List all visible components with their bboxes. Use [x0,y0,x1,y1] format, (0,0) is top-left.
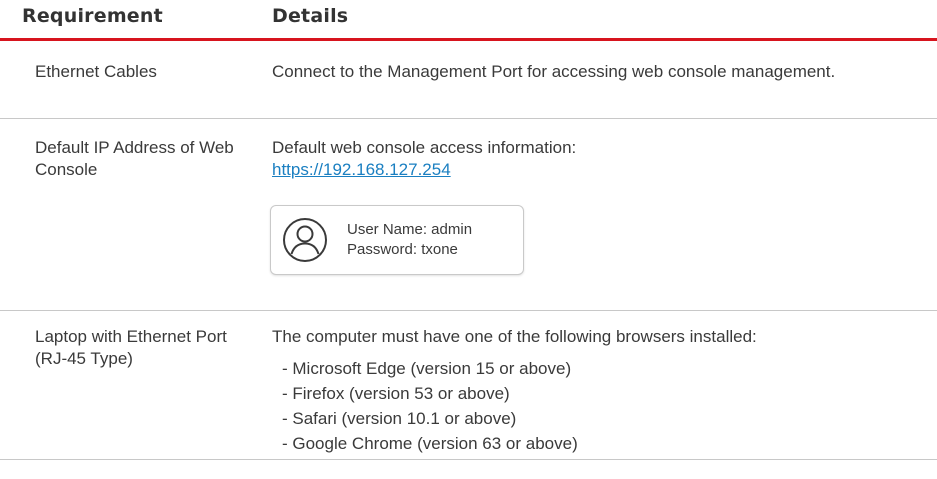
details-cell: Connect to the Management Port for acces… [272,62,836,81]
requirements-table: Requirement Details Ethernet Cables Conn… [0,0,937,460]
user-name-text: User Name: admin [347,221,473,238]
requirement-cell: Default IP Address of Web Console [35,138,234,179]
list-item: - Firefox (version 53 or above) [282,384,510,403]
web-console-link[interactable]: https://192.168.127.254 [272,160,451,179]
details-cell: Default web console access information: … [272,137,912,181]
list-item: - Microsoft Edge (version 15 or above) [282,359,572,378]
list-item: - Safari (version 10.1 or above) [282,409,517,428]
list-item: - Google Chrome (version 63 or above) [282,434,578,453]
requirement-column-header: Requirement [22,5,163,27]
details-text: Default web console access information: [272,138,577,157]
credentials-box: User Name: admin Password: txone [270,205,524,275]
details-column-header: Details [272,5,349,27]
table-row: Laptop with Ethernet Port (RJ-45 Type) T… [0,311,937,460]
user-icon [283,218,327,262]
details-cell: The computer must have one of the follow… [272,326,912,456]
details-text: The computer must have one of the follow… [272,327,757,346]
password-text: Password: txone [347,241,458,258]
requirement-cell: Laptop with Ethernet Port (RJ-45 Type) [35,327,227,368]
table-header: Requirement Details [0,0,937,41]
browser-list: - Microsoft Edge (version 15 or above) -… [272,356,912,456]
table-row: Default IP Address of Web Console Defaul… [0,119,937,311]
table-row: Ethernet Cables Connect to the Managemen… [0,41,937,119]
requirement-cell: Ethernet Cables [35,62,157,81]
